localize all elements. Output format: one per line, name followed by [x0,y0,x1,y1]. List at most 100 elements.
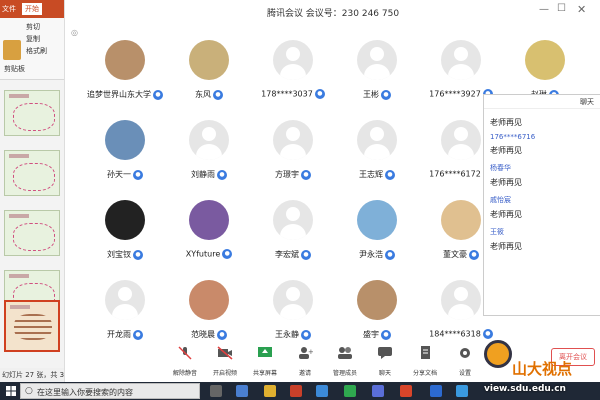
meeting-toolbar: 解除静音 开启视频 共享屏幕 + 邀请 管理成员 聊天 分享文档 设置 [165,344,485,382]
avatar [189,280,229,320]
participant-name-text: 追梦世界山东大学 [87,90,151,99]
participant-tile[interactable]: 刘静雨 ● [169,120,249,190]
slide-thumbnail[interactable] [4,210,60,256]
unmute-button[interactable]: 解除静音 [165,344,205,382]
share-doc-button[interactable]: 分享文档 [405,344,445,382]
gear-icon [460,348,470,358]
chat-button[interactable]: 聊天 [365,344,405,382]
participant-name: 东风 ● [169,89,249,100]
maximize-icon[interactable]: ☐ [557,3,566,14]
participant-tile[interactable]: 方璟宇 ● [253,120,333,190]
mic-status-icon: ● [213,89,223,100]
copy-button[interactable]: 复制 [26,34,40,44]
mic-status-icon: ● [301,249,311,260]
watermark: 山大视点 view.sdu.edu.cn [478,338,600,400]
participant-name: 盛宇 ● [337,329,417,340]
format-painter-button[interactable]: 格式刷 [26,46,47,56]
windows-start-icon[interactable] [6,386,16,396]
participant-tile[interactable]: 178****3037 ● [253,40,333,110]
tencent-meeting-icon[interactable] [430,385,442,397]
participant-tile[interactable]: 王永静 ● [253,280,333,350]
participant-name: 开龙雨 ● [85,329,165,340]
participant-tile[interactable]: 王彬 ● [337,40,417,110]
participant-tile[interactable]: XYfuture ● [169,200,249,270]
search-placeholder: 在这里输入你要搜索的内容 [37,388,133,397]
chat-sender: 王筱 [490,228,504,236]
app-icon[interactable] [400,385,412,397]
chat-sender: 戚怡宸 [490,196,511,204]
app-icon[interactable] [316,385,328,397]
slide-thumbnail[interactable] [4,90,60,136]
paste-icon[interactable] [3,40,21,60]
participant-tile[interactable]: 开龙雨 ● [85,280,165,350]
participant-tile[interactable]: 刘宝钗 ● [85,200,165,270]
invite-button[interactable]: + 邀请 [285,344,325,382]
avatar [441,280,481,320]
ppt-toolbar: 剪切 复制 格式刷 剪贴板 [0,18,72,80]
ppt-file-tab[interactable]: 文件 [2,4,16,14]
video-button[interactable]: 开启视频 [205,344,245,382]
participant-tile[interactable]: 尹永浩 ● [337,200,417,270]
chat-panel: 聊天 老师再见 176****6716 老师再见 杨春华 老师再见 戚怡宸 老师… [483,94,600,316]
avatar [189,40,229,80]
slide-thumbnail-selected[interactable] [4,300,60,352]
cut-button[interactable]: 剪切 [26,22,40,32]
watermark-url: view.sdu.edu.cn [484,384,566,394]
mic-status-icon: ● [217,329,227,340]
participant-name: 孙天一 ● [85,169,165,180]
participant-name: 李宏斌 ● [253,249,333,260]
participant-tile[interactable]: 李宏斌 ● [253,200,333,270]
avatar [105,280,145,320]
close-icon[interactable]: ✕ [577,3,586,16]
participant-name: 王彬 ● [337,89,417,100]
chat-header: 聊天 [484,95,600,109]
avatar [105,120,145,160]
manage-members-button[interactable]: 管理成员 [325,344,365,382]
participant-name-text: 王志辉 [359,170,383,179]
participant-name: 刘静雨 ● [169,169,249,180]
task-view-icon[interactable] [210,385,222,397]
participant-name-text: 孙天一 [107,170,131,179]
app-icon[interactable] [372,385,384,397]
mic-muted-icon [178,346,192,360]
ppt-home-tab[interactable]: 开始 [22,3,42,15]
edge-icon[interactable] [236,385,248,397]
mic-status-icon: ● [385,249,395,260]
share-screen-icon [258,347,272,357]
powerpoint-icon[interactable] [290,385,302,397]
watermark-title: 山大视点 [512,360,573,378]
participant-name: 尹永浩 ● [337,249,417,260]
unmute-label: 解除静音 [172,370,197,377]
participant-name-text: 盛宇 [363,330,379,339]
participant-name-text: 方璟宇 [275,170,299,179]
participant-tile[interactable]: 东风 ● [169,40,249,110]
participant-name-text: 184****6318 [429,329,481,339]
participant-tile[interactable]: 追梦世界山东大学 ● [85,40,165,110]
file-explorer-icon[interactable] [264,385,276,397]
participant-name-text: 范晓晨 [191,330,215,339]
avatar [357,120,397,160]
chat-message: 老师再见 [490,210,522,219]
participant-name-text: 176****3927 [429,89,481,99]
chat-message: 老师再见 [490,118,522,127]
participant-name: 王永静 ● [253,329,333,340]
wechat-icon[interactable] [344,385,356,397]
pin-icon[interactable]: ◎ [71,28,78,37]
app-icon[interactable] [456,385,468,397]
chat-message: 老师再见 [490,146,522,155]
minimize-icon[interactable]: — [539,4,549,15]
participant-tile[interactable]: 盛宇 ● [337,280,417,350]
participant-name-text: 东风 [195,90,211,99]
participant-name-text: XYfuture [185,249,221,259]
participant-name: 范晓晨 ● [169,329,249,340]
participant-tile[interactable]: 孙天一 ● [85,120,165,190]
slide-thumbnail[interactable] [4,150,60,196]
share-screen-button[interactable]: 共享屏幕 [245,344,285,382]
participant-tile[interactable]: 王志辉 ● [337,120,417,190]
participant-tile[interactable]: 范晓晨 ● [169,280,249,350]
svg-text:+: + [308,348,313,356]
chat-message: 老师再见 [490,242,522,251]
taskbar-search-box[interactable]: ○ 在这里输入你要搜索的内容 [20,383,200,399]
avatar [189,120,229,160]
search-icon: ○ [25,386,33,396]
